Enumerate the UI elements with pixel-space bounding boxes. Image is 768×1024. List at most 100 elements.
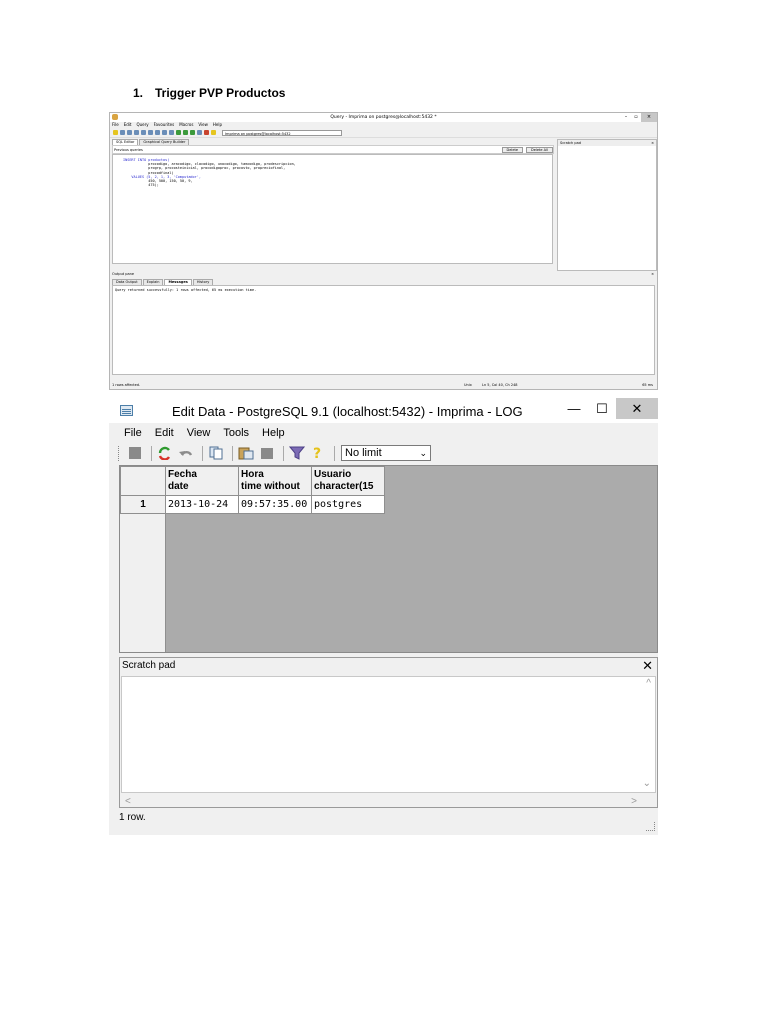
- resize-grip-icon[interactable]: [646, 822, 655, 831]
- save-icon[interactable]: [126, 445, 144, 461]
- menu-query[interactable]: Query: [136, 122, 148, 128]
- status-mode: Unix: [464, 383, 472, 387]
- open-icon[interactable]: [113, 130, 118, 135]
- query-result-message: Query returned successfully: 1 rows affe…: [115, 288, 257, 292]
- scroll-up-icon[interactable]: ^: [646, 678, 651, 689]
- menu-view[interactable]: View: [187, 427, 211, 439]
- previous-queries-select[interactable]: Previous queries: [113, 148, 499, 152]
- cell-hora[interactable]: 09:57:35.00: [238, 495, 312, 514]
- query-window: Query - Imprima on postgres@localhost:54…: [109, 112, 658, 390]
- document-heading: 1. Trigger PVP Productos: [133, 86, 285, 100]
- heading-text: Trigger PVP Productos: [155, 86, 286, 100]
- menu-view[interactable]: View: [198, 122, 208, 128]
- copy-icon[interactable]: [207, 445, 225, 461]
- status-position: Ln 5, Col 40, Ch 248: [482, 383, 518, 387]
- filter-icon[interactable]: [288, 445, 306, 461]
- query-toolbar: Imprima on postgres@localhost:5432: [110, 128, 657, 138]
- tab-sql-editor[interactable]: SQL Editor: [112, 139, 139, 145]
- row-number[interactable]: 1: [120, 495, 166, 514]
- undo-icon[interactable]: [177, 445, 195, 461]
- close-scratch-icon[interactable]: ×: [651, 140, 654, 146]
- query-window-title: Query - Imprima on postgres@localhost:54…: [330, 115, 437, 120]
- execute-icon[interactable]: [176, 130, 181, 135]
- menu-edit[interactable]: Edit: [155, 427, 174, 439]
- paste-icon[interactable]: [141, 130, 146, 135]
- toolbar-grip[interactable]: [118, 445, 122, 461]
- cell-fecha[interactable]: 2013-10-24: [165, 495, 239, 514]
- paste-icon[interactable]: [237, 445, 255, 461]
- svg-text:?: ?: [313, 446, 321, 461]
- maximize-icon[interactable]: ☐: [588, 398, 616, 419]
- previous-queries-bar: Previous queries Delete Delete All: [112, 145, 554, 154]
- menu-help[interactable]: Help: [213, 122, 222, 128]
- scratch-pad-label: Scratch pad: [122, 660, 176, 671]
- edit-window-titlebar: Edit Data - PostgreSQL 9.1 (localhost:54…: [109, 398, 658, 423]
- edit-toolbar: ? No limit ⌄: [109, 443, 658, 463]
- cut-icon[interactable]: [127, 130, 132, 135]
- help-icon[interactable]: ?: [309, 445, 327, 461]
- delete-row-icon[interactable]: [258, 445, 276, 461]
- toolbar-separator: [334, 445, 335, 461]
- chevron-down-icon: ⌄: [419, 448, 427, 458]
- sql-code-editor[interactable]: INSERT INTO productos( procodigo, aracod…: [112, 154, 553, 264]
- copy-icon[interactable]: [134, 130, 139, 135]
- scratch-pad-panel: Scratch pad ✕ ^ ⌄ < >: [119, 657, 658, 808]
- status-rows: 1 rows affected.: [112, 383, 141, 387]
- edit-menubar: File Edit View Tools Help: [109, 423, 658, 443]
- column-header-fecha[interactable]: Fecha date: [165, 466, 239, 496]
- output-pane-header: Output pane ×: [110, 271, 657, 277]
- tab-graphical-query-builder[interactable]: Graphical Query Builder: [139, 139, 190, 145]
- close-icon[interactable]: ×: [641, 113, 657, 122]
- close-icon[interactable]: ✕: [616, 398, 658, 419]
- scroll-down-icon[interactable]: ⌄: [643, 778, 651, 789]
- row-limit-value: No limit: [345, 447, 382, 459]
- output-pane-label: Output pane: [112, 272, 135, 276]
- edit-data-window: Edit Data - PostgreSQL 9.1 (localhost:54…: [109, 398, 658, 835]
- toolbar-separator: [202, 445, 203, 461]
- corner-cell[interactable]: [120, 466, 166, 496]
- menu-tools[interactable]: Tools: [223, 427, 249, 439]
- refresh-icon[interactable]: [156, 445, 174, 461]
- delete-all-button[interactable]: Delete All: [526, 146, 553, 153]
- undo-icon[interactable]: [155, 130, 160, 135]
- delete-button[interactable]: Delete: [501, 146, 524, 153]
- table-row[interactable]: 1 2013-10-24 09:57:35.00 postgres: [120, 495, 385, 514]
- menu-favourites[interactable]: Favourites: [154, 122, 175, 128]
- menu-file[interactable]: File: [112, 122, 119, 128]
- sql-line-7: 475);: [123, 183, 159, 188]
- clear-icon[interactable]: [148, 130, 153, 135]
- data-grid: Fecha date Hora time without Usuario charac…: [120, 466, 385, 514]
- menu-edit[interactable]: Edit: [124, 122, 132, 128]
- save-icon[interactable]: [120, 130, 125, 135]
- help-icon[interactable]: [211, 130, 216, 135]
- list-number: 1.: [133, 86, 144, 100]
- scroll-right-icon[interactable]: >: [631, 796, 637, 807]
- cell-usuario[interactable]: postgres: [311, 495, 385, 514]
- edit-window-title: Edit Data - PostgreSQL 9.1 (localhost:54…: [172, 404, 523, 419]
- row-limit-select[interactable]: No limit ⌄: [341, 445, 431, 461]
- minimize-icon[interactable]: —: [560, 398, 588, 419]
- maximize-icon[interactable]: ▫: [631, 113, 641, 122]
- cancel-query-icon[interactable]: [204, 130, 209, 135]
- scroll-left-icon[interactable]: <: [125, 796, 131, 807]
- minimize-icon[interactable]: –: [621, 113, 631, 122]
- scratch-pad-textarea[interactable]: [121, 676, 656, 793]
- execute-to-file-icon[interactable]: [190, 130, 195, 135]
- toolbar-separator: [283, 445, 284, 461]
- status-bar-text: 1 row.: [119, 812, 146, 823]
- column-header-hora[interactable]: Hora time without: [238, 466, 312, 496]
- close-output-icon[interactable]: ×: [651, 271, 654, 277]
- table-icon: [120, 405, 133, 416]
- status-time: 65 ms: [642, 383, 653, 387]
- menu-macros[interactable]: Macros: [179, 122, 193, 128]
- menu-help[interactable]: Help: [262, 427, 285, 439]
- redo-icon[interactable]: [162, 130, 167, 135]
- find-icon[interactable]: [169, 130, 174, 135]
- execute-pgscript-icon[interactable]: [183, 130, 188, 135]
- connection-select[interactable]: Imprima on postgres@localhost:5432: [222, 129, 342, 136]
- explain-icon[interactable]: [197, 130, 202, 135]
- scratch-pad-label: Scratch pad: [560, 141, 581, 145]
- menu-file[interactable]: File: [124, 427, 142, 439]
- column-header-usuario[interactable]: Usuario character(15: [311, 466, 385, 496]
- close-icon[interactable]: ✕: [642, 658, 653, 674]
